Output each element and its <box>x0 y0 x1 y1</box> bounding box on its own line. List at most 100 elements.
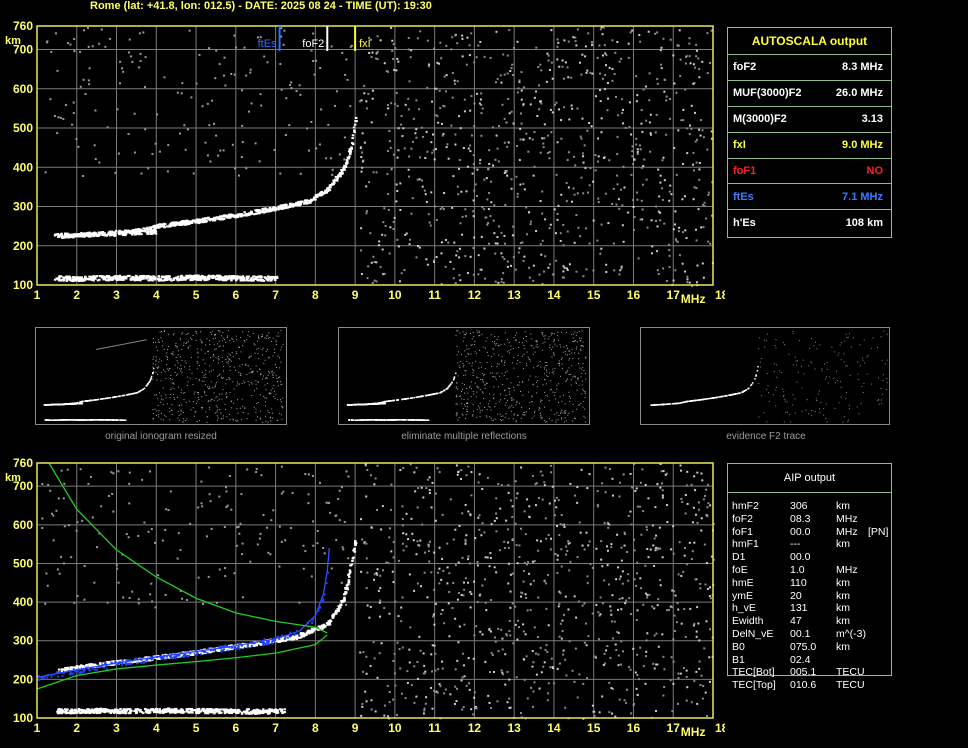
noise-point <box>215 383 217 385</box>
noise-point <box>219 393 221 395</box>
trace-point <box>84 278 88 281</box>
noise-point <box>490 409 492 411</box>
thumbnail-evidence-f2 <box>640 327 890 425</box>
noise-point <box>456 250 459 253</box>
noise-point <box>272 375 274 377</box>
trace-point <box>352 126 356 129</box>
trace-point <box>358 419 360 421</box>
noise-point <box>312 32 315 35</box>
noise-point <box>615 203 618 206</box>
noise-point <box>559 344 561 346</box>
noise-point <box>191 372 193 374</box>
noise-point <box>510 348 512 350</box>
noise-point <box>549 223 552 226</box>
trace-point <box>96 419 99 421</box>
noise-point <box>421 179 424 182</box>
noise-point <box>529 103 532 106</box>
noise-point <box>862 392 864 394</box>
noise-point <box>411 140 414 143</box>
noise-point <box>209 365 211 367</box>
noise-point <box>518 341 520 343</box>
noise-point <box>503 343 505 345</box>
trace-point <box>51 403 53 406</box>
noise-point <box>574 418 576 420</box>
noise-point <box>272 371 274 373</box>
noise-point <box>699 134 702 137</box>
noise-point <box>159 392 161 394</box>
trace-point <box>240 279 243 282</box>
noise-point <box>439 107 442 110</box>
noise-point <box>201 406 203 408</box>
noise-point <box>508 391 510 393</box>
noise-point <box>281 406 283 408</box>
noise-point <box>523 188 526 191</box>
trace-point <box>383 401 385 403</box>
noise-point <box>620 98 623 101</box>
noise-point <box>539 200 542 203</box>
noise-point <box>343 136 346 139</box>
noise-point <box>162 399 164 401</box>
noise-point <box>392 153 395 156</box>
noise-point <box>248 357 250 359</box>
noise-point <box>544 368 546 370</box>
noise-point <box>255 383 257 385</box>
trace-point <box>148 381 151 383</box>
noise-point <box>682 108 685 111</box>
noise-point <box>467 406 469 408</box>
noise-point <box>186 128 189 131</box>
noise-point <box>686 281 689 284</box>
noise-point <box>496 147 499 150</box>
noise-point <box>522 367 524 369</box>
noise-point <box>229 366 231 368</box>
noise-point <box>546 362 548 364</box>
noise-point <box>455 396 457 398</box>
trace-point <box>152 367 155 370</box>
noise-point <box>579 135 582 138</box>
x-tick-label: 10 <box>388 288 402 302</box>
noise-point <box>601 54 604 57</box>
trace-point <box>265 209 268 212</box>
noise-point <box>180 368 182 370</box>
trace-point <box>197 219 200 222</box>
noise-point <box>198 399 200 401</box>
noise-point <box>365 212 368 215</box>
noise-point <box>541 212 544 215</box>
noise-point <box>568 367 570 369</box>
noise-point <box>498 354 500 356</box>
noise-point <box>644 85 647 88</box>
noise-point <box>226 396 228 398</box>
x-tick-label: 15 <box>587 288 601 302</box>
noise-point <box>633 158 636 161</box>
noise-point <box>547 151 550 154</box>
noise-point <box>214 337 216 339</box>
noise-point <box>152 337 154 339</box>
trace-point <box>448 385 450 388</box>
noise-point <box>654 32 657 35</box>
noise-point <box>510 110 513 113</box>
noise-point <box>582 192 585 195</box>
noise-point <box>397 245 400 248</box>
noise-point <box>370 121 373 124</box>
noise-point <box>496 338 498 340</box>
noise-point <box>343 158 346 161</box>
noise-point <box>315 147 318 150</box>
noise-point <box>241 418 243 420</box>
noise-point <box>206 416 208 418</box>
noise-point <box>555 398 557 400</box>
noise-point <box>218 346 220 348</box>
noise-point <box>186 341 188 343</box>
noise-point <box>523 353 525 355</box>
noise-point <box>518 384 520 386</box>
noise-point <box>426 39 429 42</box>
trace-point <box>231 275 234 278</box>
noise-point <box>222 350 224 352</box>
noise-point <box>252 333 254 335</box>
trace-point <box>102 233 106 236</box>
noise-point <box>475 360 477 362</box>
noise-point <box>466 360 468 362</box>
trace-point <box>110 277 114 280</box>
autoscala-label: foF2 <box>733 61 757 74</box>
noise-point <box>196 360 198 362</box>
noise-point <box>486 416 488 418</box>
noise-point <box>560 412 562 414</box>
